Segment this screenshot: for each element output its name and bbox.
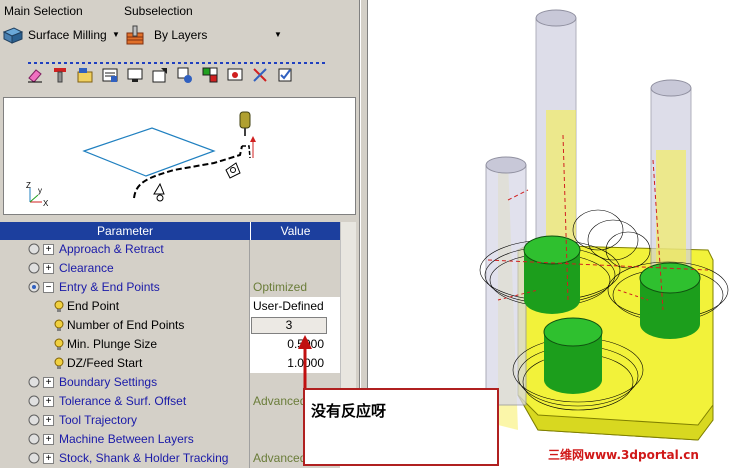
expand-icon[interactable]: + <box>43 434 54 445</box>
node-icon <box>27 261 41 275</box>
param-label: Entry & End Points <box>59 280 160 294</box>
toolbar <box>24 64 296 90</box>
table-row[interactable]: − Entry & End Points Optimized <box>0 278 340 297</box>
bulb-icon <box>54 300 64 313</box>
column-header-value[interactable]: Value <box>250 222 340 240</box>
red-arrow-icon <box>298 335 312 390</box>
param-label: DZ/Feed Start <box>67 356 143 370</box>
table-row[interactable]: + Machine Between Layers <box>0 430 340 449</box>
expand-icon[interactable]: + <box>43 263 54 274</box>
subselection-label: Subselection <box>124 4 193 18</box>
chevron-down-icon[interactable]: ▼ <box>112 30 120 39</box>
node-icon <box>27 280 41 294</box>
expand-icon[interactable]: + <box>43 244 54 255</box>
subselection-combo[interactable]: By Layers ▼ <box>124 20 284 50</box>
table-row[interactable]: + Stock, Shank & Holder Tracking Advance… <box>0 449 340 468</box>
main-selection-label: Main Selection <box>4 4 83 18</box>
db-icon[interactable] <box>99 64 121 86</box>
column-header-parameter[interactable]: Parameter <box>0 222 250 240</box>
bulb-icon <box>54 338 64 351</box>
table-row[interactable]: + Clearance <box>0 259 340 278</box>
param-label: Number of End Points <box>67 318 185 332</box>
check-icon[interactable] <box>274 64 296 86</box>
table-row[interactable]: + Tool Trajectory <box>0 411 340 430</box>
node-icon <box>27 375 41 389</box>
axis-y-label: y <box>38 186 42 195</box>
watermark: 三维网www.3dportal.cn <box>548 448 699 462</box>
bulb-icon <box>54 357 64 370</box>
table-row[interactable]: + Boundary Settings <box>0 373 340 392</box>
param-label: Tolerance & Surf. Offset <box>59 394 187 408</box>
param-label: End Point <box>67 299 120 313</box>
param-label: Min. Plunge Size <box>67 337 158 351</box>
surface-milling-icon <box>2 24 24 46</box>
param-label: Stock, Shank & Holder Tracking <box>59 451 229 465</box>
subselection-value: By Layers <box>154 28 208 42</box>
param-value-cell: 3 <box>250 316 340 335</box>
collapse-icon[interactable]: − <box>43 282 54 293</box>
param-label: Boundary Settings <box>59 375 158 389</box>
param-value[interactable] <box>250 259 340 278</box>
annotation-callout: 没有反应呀 <box>303 388 499 466</box>
table-row[interactable]: Min. Plunge Size 0.5000ƒ <box>0 335 354 354</box>
bulb-icon <box>54 319 64 332</box>
toolpath-preview: Z y X <box>3 97 356 215</box>
axis-z-label: Z <box>26 181 31 190</box>
layers-icon[interactable] <box>199 64 221 86</box>
node-icon <box>27 432 41 446</box>
tree-icon[interactable] <box>174 64 196 86</box>
tool-icon[interactable] <box>49 64 71 86</box>
layers-milling-icon <box>124 24 146 46</box>
param-label: Tool Trajectory <box>59 413 138 427</box>
expand-icon[interactable]: + <box>43 415 54 426</box>
number-of-end-points-button[interactable]: 3 <box>251 317 327 334</box>
table-row[interactable]: DZ/Feed Start 1.0000ƒ <box>0 354 354 373</box>
param-label: Approach & Retract <box>59 242 164 256</box>
table-row[interactable]: + Tolerance & Surf. Offset Advanced <box>0 392 340 411</box>
node-icon <box>27 413 41 427</box>
param-label: Machine Between Layers <box>59 432 194 446</box>
eraser-icon[interactable] <box>24 64 46 86</box>
monitor-icon[interactable] <box>124 64 146 86</box>
param-value[interactable]: User-Defined <box>250 297 340 316</box>
folder-icon[interactable] <box>74 64 96 86</box>
param-value[interactable]: Optimized <box>250 278 340 297</box>
node-icon <box>27 394 41 408</box>
axis-x-label: X <box>43 199 49 208</box>
expand-icon[interactable]: + <box>43 377 54 388</box>
param-label: Clearance <box>59 261 114 275</box>
table-row[interactable]: Number of End Points 3 <box>0 316 340 335</box>
param-value[interactable] <box>250 240 340 259</box>
export-icon[interactable] <box>149 64 171 86</box>
table-row[interactable]: End Point User-Defined <box>0 297 340 316</box>
node-icon <box>27 451 41 465</box>
chevron-down-icon[interactable]: ▼ <box>274 30 282 39</box>
node-icon <box>27 242 41 256</box>
table-row[interactable]: + Approach & Retract <box>0 240 340 259</box>
main-selection-combo[interactable]: Surface Milling ▼ <box>2 20 120 50</box>
expand-icon[interactable]: + <box>43 396 54 407</box>
expand-icon[interactable]: + <box>43 453 54 464</box>
callout-text: 没有反应呀 <box>311 402 387 420</box>
link-icon[interactable] <box>224 64 246 86</box>
settings-icon[interactable] <box>249 64 271 86</box>
main-selection-value: Surface Milling <box>28 28 107 42</box>
